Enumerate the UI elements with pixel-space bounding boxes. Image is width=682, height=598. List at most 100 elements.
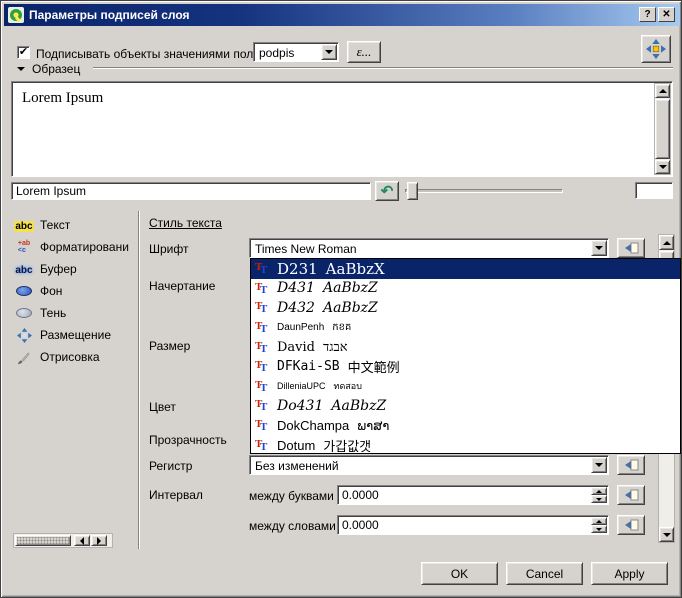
sample-scale-box[interactable] bbox=[635, 182, 673, 199]
font-dropdown-list[interactable]: D231 AaBbzX D431 AaBbzZ D432 AaBbzZ Daun… bbox=[250, 258, 681, 454]
scroll-up-icon[interactable] bbox=[659, 235, 674, 250]
sample-size-slider-track[interactable] bbox=[405, 189, 563, 193]
sample-text-input[interactable] bbox=[16, 184, 356, 198]
spin-down-icon[interactable] bbox=[591, 495, 607, 503]
font-label: Шрифт bbox=[149, 242, 188, 256]
color-label: Цвет bbox=[149, 400, 176, 414]
sample-preview-text: Lorem Ipsum bbox=[22, 90, 103, 107]
placement-arrows-icon bbox=[646, 39, 666, 59]
label-features-checkbox-label: Подписывать объекты значениями поля bbox=[36, 47, 260, 61]
spin-up-icon[interactable] bbox=[591, 487, 607, 495]
transparency-label: Прозрачность bbox=[149, 433, 227, 447]
sample-section-divider bbox=[93, 67, 673, 69]
scroll-right-icon[interactable] bbox=[91, 535, 107, 546]
data-defined-icon bbox=[624, 242, 639, 254]
font-option[interactable]: DaunPenh កខគ bbox=[251, 318, 680, 338]
sidebar-item-background[interactable]: Фон bbox=[13, 281, 133, 301]
spin-down-icon[interactable] bbox=[591, 525, 607, 533]
font-option[interactable]: Dotum 가갑값갯 bbox=[251, 435, 680, 454]
checkmark-icon: ✔ bbox=[19, 47, 28, 58]
expression-button[interactable]: ε... bbox=[347, 41, 381, 63]
font-option[interactable]: DFKai-SB 中文範例 bbox=[251, 357, 680, 377]
sidebar-item-rendering[interactable]: Отрисовка bbox=[13, 347, 133, 367]
sidebar-item-text[interactable]: Текст bbox=[13, 215, 133, 235]
letter-spacing-label: между буквами bbox=[249, 489, 334, 503]
case-data-defined-button[interactable] bbox=[617, 455, 645, 475]
font-option[interactable]: Do431 AaBbzZ bbox=[251, 396, 680, 416]
scroll-left-icon[interactable] bbox=[74, 535, 90, 546]
chevron-down-icon bbox=[595, 463, 603, 467]
scrollbar-thumb[interactable] bbox=[655, 99, 670, 159]
sample-preview: Lorem Ipsum bbox=[11, 81, 673, 177]
sample-preview-scrollbar[interactable] bbox=[654, 83, 671, 175]
sidebar-item-buffer[interactable]: Буфер bbox=[13, 259, 133, 279]
word-spacing-input[interactable] bbox=[342, 518, 542, 532]
truetype-icon bbox=[254, 398, 269, 413]
scroll-down-icon[interactable] bbox=[659, 527, 674, 542]
style-label: Начертание bbox=[149, 279, 215, 293]
font-data-defined-button[interactable] bbox=[617, 238, 645, 258]
letter-spacing-input[interactable] bbox=[342, 488, 542, 502]
field-combo[interactable]: podpis bbox=[253, 42, 339, 62]
cancel-button[interactable]: Cancel bbox=[506, 562, 583, 585]
letter-spacing-data-defined-button[interactable] bbox=[617, 485, 645, 505]
apply-button[interactable]: Apply bbox=[591, 562, 668, 585]
letter-spacing-spinbox[interactable] bbox=[337, 485, 609, 505]
font-option[interactable]: D431 AaBbzZ bbox=[251, 279, 680, 299]
label-features-checkbox[interactable]: ✔ bbox=[17, 46, 30, 59]
reset-sample-button[interactable]: ↶ bbox=[375, 181, 399, 201]
field-combo-arrow[interactable] bbox=[321, 44, 337, 60]
word-spacing-spinbox[interactable] bbox=[337, 515, 609, 535]
sample-collapse-arrow-icon[interactable] bbox=[17, 67, 25, 71]
ok-button[interactable]: OK bbox=[421, 562, 498, 585]
spin-up-icon[interactable] bbox=[591, 517, 607, 525]
chevron-down-icon bbox=[595, 246, 603, 250]
size-label: Размер bbox=[149, 339, 190, 353]
app-icon bbox=[8, 7, 24, 23]
scroll-up-icon[interactable] bbox=[655, 84, 670, 98]
font-option-selected[interactable]: D231 AaBbzX bbox=[251, 259, 680, 279]
scrollbar-thumb[interactable] bbox=[15, 535, 71, 546]
case-combo[interactable]: Без изменений bbox=[249, 455, 609, 475]
undo-icon: ↶ bbox=[381, 184, 394, 199]
truetype-icon bbox=[254, 438, 269, 453]
sidebar-divider bbox=[138, 211, 140, 549]
font-combo[interactable]: Times New Roman bbox=[249, 238, 609, 258]
shadow-icon bbox=[13, 304, 35, 322]
truetype-icon bbox=[254, 418, 269, 433]
truetype-icon bbox=[254, 300, 269, 315]
field-combo-value: podpis bbox=[259, 46, 294, 60]
background-icon bbox=[13, 282, 35, 300]
truetype-icon bbox=[254, 320, 269, 335]
sidebar-item-placement[interactable]: Размещение bbox=[13, 325, 133, 345]
word-spacing-data-defined-button[interactable] bbox=[617, 515, 645, 535]
layer-labeling-dialog: Параметры подписей слоя ? ✕ ✔ Подписыват… bbox=[0, 0, 682, 598]
truetype-icon bbox=[254, 281, 269, 296]
auto-placement-settings-button[interactable] bbox=[641, 35, 671, 63]
spacing-label: Интервал bbox=[149, 488, 203, 502]
help-button[interactable]: ? bbox=[639, 7, 656, 22]
sidebar-item-formatting[interactable]: Форматировани bbox=[13, 237, 133, 257]
sample-text-input-wrap bbox=[11, 182, 371, 200]
truetype-icon bbox=[254, 359, 269, 374]
sidebar-horizontal-scrollbar[interactable] bbox=[13, 533, 113, 548]
sidebar-item-shadow[interactable]: Тень bbox=[13, 303, 133, 323]
case-combo-arrow[interactable] bbox=[591, 457, 607, 473]
titlebar[interactable]: Параметры подписей слоя bbox=[4, 4, 680, 26]
font-combo-arrow[interactable] bbox=[591, 240, 607, 256]
font-option[interactable]: DokChampa ພາສາ bbox=[251, 416, 680, 436]
case-combo-value: Без изменений bbox=[255, 459, 339, 473]
placement-icon bbox=[13, 326, 35, 344]
font-option[interactable]: DilleniaUPC ทดสอบ bbox=[251, 377, 680, 397]
text-icon bbox=[13, 216, 35, 234]
close-button[interactable]: ✕ bbox=[658, 7, 675, 22]
chevron-down-icon bbox=[325, 50, 333, 54]
truetype-icon bbox=[254, 340, 269, 355]
formatting-icon bbox=[13, 238, 35, 256]
scroll-down-icon[interactable] bbox=[655, 160, 670, 174]
sample-size-slider-thumb[interactable] bbox=[407, 182, 418, 200]
font-option[interactable]: David אבגד bbox=[251, 337, 680, 357]
data-defined-icon bbox=[624, 489, 639, 501]
font-option[interactable]: D432 AaBbzZ bbox=[251, 298, 680, 318]
section-title-text-style: Стиль текста bbox=[149, 216, 222, 230]
